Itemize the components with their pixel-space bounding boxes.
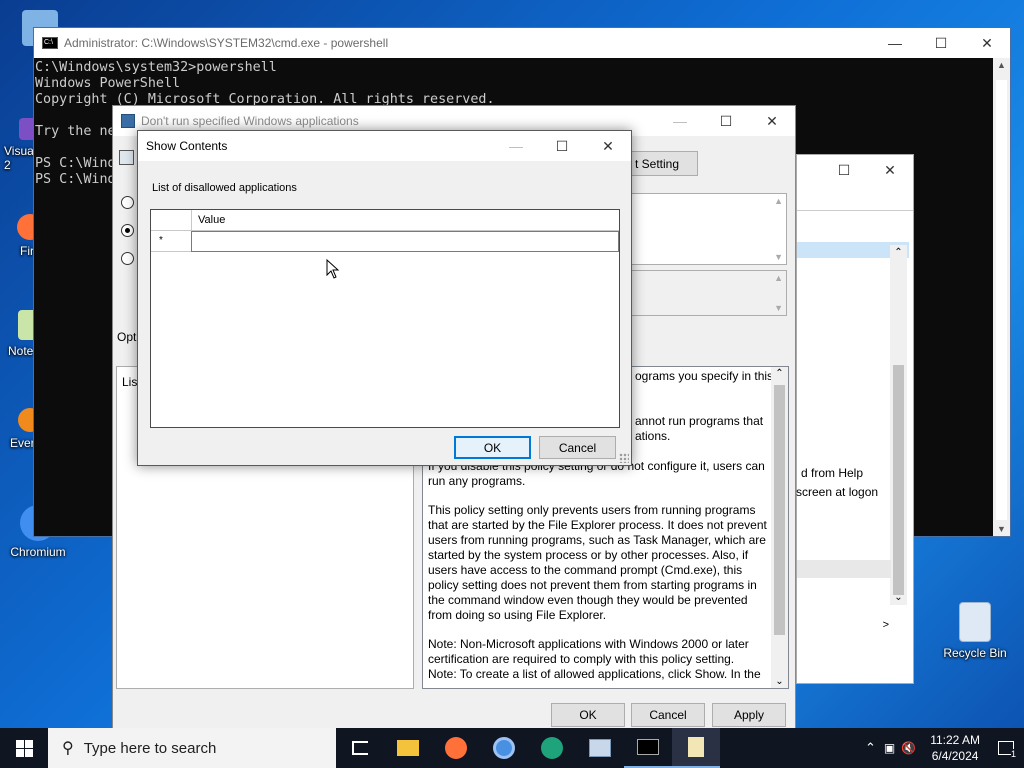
desktop-icon-label: Recycle Bin: [943, 646, 1007, 660]
search-placeholder: Type here to search: [83, 739, 217, 757]
list-caption: List of disallowed applications: [152, 182, 297, 194]
help-paragraph: Note: To create a list of allowed applic…: [428, 667, 761, 681]
close-button[interactable]: ✕: [867, 155, 913, 185]
close-button[interactable]: ✕: [964, 28, 1010, 58]
start-button[interactable]: [0, 728, 48, 768]
gpedit-text: screen at logon: [796, 485, 879, 499]
minimize-button[interactable]: —: [657, 106, 703, 136]
apply-button[interactable]: Apply: [712, 703, 786, 727]
maximize-button[interactable]: ☐: [703, 106, 749, 136]
gpedit-scrollbar[interactable]: ⌃ ⌄: [890, 245, 907, 605]
help-scrollbar[interactable]: ⌃ ⌄: [771, 367, 788, 688]
clock-date: 6/4/2024: [931, 749, 979, 763]
scroll-down-icon[interactable]: ▼: [993, 524, 1010, 534]
table-row[interactable]: *: [151, 231, 619, 252]
notification-count: 1: [1010, 749, 1016, 759]
show-ok-button[interactable]: OK: [454, 436, 531, 459]
enabled-radio[interactable]: [121, 224, 134, 237]
network-icon[interactable]: ▣: [880, 741, 899, 755]
value-column-header[interactable]: Value: [192, 210, 619, 230]
clock-time: 11:22 AM: [930, 733, 980, 747]
maximize-button[interactable]: ☐: [821, 155, 867, 185]
console-title: Administrator: C:\Windows\SYSTEM32\cmd.e…: [64, 36, 389, 50]
scroll-up-icon[interactable]: ⌃: [890, 247, 907, 258]
help-paragraph: This policy setting only prevents users …: [428, 503, 767, 622]
show-contents-dialog[interactable]: Show Contents — ☐ ✕ List of disallowed a…: [137, 130, 632, 466]
maximize-button[interactable]: ☐: [918, 28, 964, 58]
scroll-down-icon[interactable]: ⌄: [771, 676, 788, 687]
notepad-icon[interactable]: [672, 728, 720, 768]
help-text: annot run programs that: [635, 414, 764, 428]
console-titlebar[interactable]: C:\ Administrator: C:\Windows\SYSTEM32\c…: [34, 28, 1010, 58]
cmd-icon: C:\: [42, 37, 58, 49]
volume-muted-icon[interactable]: 🔇: [899, 741, 922, 755]
desktop-icon-label: Chromium: [10, 545, 66, 559]
ok-label: OK: [579, 708, 597, 722]
scroll-up-icon[interactable]: ⌃: [771, 368, 788, 379]
firefox-icon[interactable]: [432, 728, 480, 768]
scroll-down-icon[interactable]: ⌄: [890, 592, 907, 603]
minimize-button[interactable]: —: [493, 131, 539, 161]
gpedit-text: d from Help: [801, 466, 864, 480]
maximize-button[interactable]: ☐: [539, 131, 585, 161]
help-text: ograms you specify in this: [635, 369, 774, 383]
not-configured-radio[interactable]: [121, 196, 134, 209]
scroll-right-icon[interactable]: >: [883, 619, 889, 631]
ok-button[interactable]: OK: [551, 703, 625, 727]
show-contents-title: Show Contents: [146, 139, 228, 153]
cancel-button[interactable]: Cancel: [631, 703, 705, 727]
system-tray: ⌃ ▣ 🔇 11:22 AM 6/4/2024 1: [861, 728, 1024, 768]
taskbar-search-box[interactable]: ⚲ Type here to search: [48, 728, 336, 768]
policy-title: Don't run specified Windows applications: [141, 114, 359, 128]
help-paragraph: Note: Non-Microsoft applications with Wi…: [428, 637, 749, 666]
close-button[interactable]: ✕: [585, 131, 631, 161]
cancel-label: Cancel: [649, 708, 687, 722]
minimize-button[interactable]: —: [872, 28, 918, 58]
group-policy-editor-window[interactable]: ☐ ✕ ⌃ ⌄ d from Help screen at logon >: [796, 154, 914, 684]
next-setting-label: t Setting: [634, 156, 679, 171]
new-row-marker: *: [151, 231, 192, 251]
mouse-cursor-icon: [326, 258, 340, 282]
help-text: ations.: [635, 429, 671, 443]
search-icon: ⚲: [62, 740, 74, 757]
disabled-radio[interactable]: [121, 252, 134, 265]
show-cancel-button[interactable]: Cancel: [539, 436, 616, 459]
row-header-corner: [151, 210, 192, 230]
value-cell-input[interactable]: [191, 231, 619, 252]
edge-icon[interactable]: [528, 728, 576, 768]
recycle-bin-icon: [959, 602, 991, 642]
control-panel-icon[interactable]: [576, 728, 624, 768]
terminal-icon[interactable]: [624, 728, 672, 768]
grid-header: Value: [151, 210, 619, 231]
scroll-thumb[interactable]: [996, 80, 1007, 520]
chevron-up-icon[interactable]: ⌃: [861, 740, 880, 756]
close-button[interactable]: ✕: [749, 106, 795, 136]
resize-grip[interactable]: [619, 453, 629, 463]
clock[interactable]: 11:22 AM 6/4/2024: [922, 732, 988, 764]
desktop-icon-recycle-bin[interactable]: Recycle Bin: [942, 602, 1008, 660]
taskbar: ⚲ Type here to search ⌃ ▣ 🔇 11:22 AM 6/4…: [0, 728, 1024, 768]
windows-logo-icon: [15, 739, 33, 757]
show-contents-titlebar[interactable]: Show Contents — ☐ ✕: [138, 131, 631, 161]
cancel-label: Cancel: [558, 440, 597, 455]
options-label: Opt: [117, 330, 137, 344]
scroll-up-icon[interactable]: ▲: [993, 60, 1010, 70]
scroll-thumb[interactable]: [774, 385, 785, 635]
file-explorer-icon[interactable]: [384, 728, 432, 768]
apply-label: Apply: [733, 708, 765, 722]
ok-label: OK: [483, 440, 502, 455]
notification-center-icon[interactable]: 1: [988, 728, 1024, 768]
task-view-icon[interactable]: [336, 728, 384, 768]
console-scrollbar[interactable]: ▲ ▼: [993, 58, 1010, 536]
policy-small-icon: [119, 150, 134, 165]
chromium-icon[interactable]: [480, 728, 528, 768]
policy-icon: [121, 114, 135, 128]
value-grid[interactable]: Value *: [150, 209, 620, 428]
